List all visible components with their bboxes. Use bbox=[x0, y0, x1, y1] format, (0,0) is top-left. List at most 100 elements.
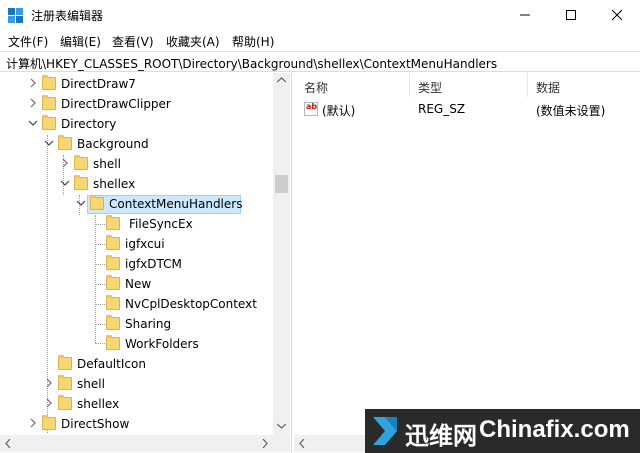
menu-favorites[interactable]: 收藏夹(A) bbox=[166, 33, 220, 50]
values-horizontal-scrollbar[interactable] bbox=[294, 435, 365, 452]
menu-view[interactable]: 查看(V) bbox=[112, 33, 154, 50]
chevron-down-icon[interactable] bbox=[76, 198, 86, 208]
folder-icon bbox=[42, 95, 56, 110]
tree-item-shell[interactable]: shell bbox=[0, 155, 273, 174]
tree-item-contextmenuhandlers[interactable]: ContextMenuHandlers bbox=[0, 195, 273, 214]
folder-icon bbox=[42, 75, 56, 90]
chevron-right-icon[interactable] bbox=[44, 378, 54, 388]
chevron-right-icon[interactable] bbox=[60, 158, 70, 168]
column-divider[interactable] bbox=[409, 73, 410, 97]
menu-edit[interactable]: 编辑(E) bbox=[60, 33, 101, 50]
folder-icon bbox=[58, 375, 72, 390]
chevron-down-icon[interactable] bbox=[28, 118, 38, 128]
folder-icon bbox=[58, 355, 72, 370]
values-list[interactable]: 名称 类型 数据 ab (默认) REG_SZ (数值未设置) bbox=[294, 73, 640, 435]
tree-item-shellex-2[interactable]: shellex bbox=[0, 395, 273, 414]
folder-icon bbox=[106, 255, 120, 270]
scroll-right-arrow-icon[interactable] bbox=[262, 439, 268, 448]
tree-item-label: shellex bbox=[77, 397, 120, 411]
chevron-down-icon[interactable] bbox=[60, 178, 70, 188]
tree-item-defaulticon[interactable]: DefaultIcon bbox=[0, 355, 273, 374]
folder-icon bbox=[106, 275, 120, 290]
tree-item-background[interactable]: Background bbox=[0, 135, 273, 154]
close-icon bbox=[611, 9, 623, 21]
tree-item-label: Background bbox=[77, 137, 149, 151]
scrollbar-corner bbox=[273, 435, 290, 452]
tree-item-label: shell bbox=[77, 377, 105, 391]
tree-item-label: DefaultIcon bbox=[77, 357, 146, 371]
key-tree[interactable]: DirectDraw7 DirectDrawClipper Directory … bbox=[0, 73, 292, 453]
tree-item-label: DirectDraw7 bbox=[61, 77, 136, 91]
regedit-app-icon bbox=[8, 8, 24, 24]
value-row-default[interactable]: ab (默认) REG_SZ (数值未设置) bbox=[294, 101, 640, 119]
folder-icon bbox=[90, 195, 104, 210]
minimize-button[interactable] bbox=[502, 0, 548, 30]
tree-item-label: WorkFolders bbox=[125, 337, 199, 351]
chevron-right-icon[interactable] bbox=[28, 98, 38, 108]
scrollbar-thumb[interactable] bbox=[275, 175, 288, 193]
title-bar: 注册表编辑器 bbox=[0, 0, 640, 30]
maximize-button[interactable] bbox=[548, 0, 594, 30]
address-bar[interactable]: 计算机\HKEY_CLASSES_ROOT\Directory\Backgrou… bbox=[0, 51, 640, 72]
string-value-icon: ab bbox=[304, 102, 318, 116]
scroll-left-arrow-icon[interactable] bbox=[299, 439, 305, 448]
tree-item-directory[interactable]: Directory bbox=[0, 115, 273, 134]
column-header-data[interactable]: 数据 bbox=[536, 79, 560, 96]
folder-icon bbox=[106, 315, 120, 330]
tree-item-shellex[interactable]: shellex bbox=[0, 175, 273, 194]
tree-item-directshow[interactable]: DirectShow bbox=[0, 415, 273, 434]
tree-item-label: igfxDTCM bbox=[125, 257, 182, 271]
tree-item-igfxcui[interactable]: igfxcui bbox=[0, 235, 273, 254]
tree-item-sharing[interactable]: Sharing bbox=[0, 315, 273, 334]
tree-horizontal-scrollbar[interactable] bbox=[0, 435, 273, 452]
folder-icon bbox=[106, 335, 120, 350]
folder-icon bbox=[42, 115, 56, 130]
watermark-banner: 迅维网 Chinafix.com bbox=[365, 409, 640, 453]
folder-icon bbox=[74, 175, 88, 190]
tree-item-label: DirectDrawClipper bbox=[61, 97, 171, 111]
value-name: (默认) bbox=[322, 104, 356, 118]
scroll-down-arrow-icon[interactable] bbox=[277, 423, 286, 429]
menu-bar: 文件(F) 编辑(E) 查看(V) 收藏夹(A) 帮助(H) bbox=[0, 30, 640, 51]
chinafix-logo-icon bbox=[373, 417, 397, 445]
column-divider[interactable] bbox=[527, 73, 528, 97]
tree-item-label: DirectShow bbox=[61, 417, 130, 431]
close-button[interactable] bbox=[594, 0, 640, 30]
tree-item-label: New bbox=[125, 277, 152, 291]
tree-item-label: shell bbox=[93, 157, 121, 171]
chevron-right-icon[interactable] bbox=[44, 398, 54, 408]
tree-item-igfxdtcm[interactable]: igfxDTCM bbox=[0, 255, 273, 274]
folder-icon bbox=[106, 235, 120, 250]
folder-icon bbox=[106, 295, 120, 310]
tree-item-label: shellex bbox=[93, 177, 136, 191]
watermark-chinese-text: 迅维网 bbox=[405, 422, 477, 450]
chevron-right-icon[interactable] bbox=[28, 418, 38, 428]
tree-item-shell-2[interactable]: shell bbox=[0, 375, 273, 394]
chevron-down-icon[interactable] bbox=[44, 138, 54, 148]
tree-item-directdraw7[interactable]: DirectDraw7 bbox=[0, 75, 273, 94]
window-title: 注册表编辑器 bbox=[31, 9, 104, 23]
tree-item-label: NvCplDesktopContext bbox=[125, 297, 257, 311]
column-header-name[interactable]: 名称 bbox=[304, 79, 328, 96]
tree-item-label: FileSyncEx bbox=[129, 217, 193, 231]
tree-item-workfolders[interactable]: WorkFolders bbox=[0, 335, 273, 354]
tree-item-directdrawclipper[interactable]: DirectDrawClipper bbox=[0, 95, 273, 114]
tree-vertical-scrollbar[interactable] bbox=[273, 73, 290, 435]
value-type: REG_SZ bbox=[418, 102, 466, 116]
tree-item-nvcpldesktopcontext[interactable]: NvCplDesktopContext bbox=[0, 295, 273, 314]
tree-item-label: Sharing bbox=[125, 317, 172, 331]
menu-file[interactable]: 文件(F) bbox=[8, 33, 48, 50]
scroll-left-arrow-icon[interactable] bbox=[5, 439, 11, 448]
address-path[interactable]: 计算机\HKEY_CLASSES_ROOT\Directory\Backgrou… bbox=[6, 55, 497, 72]
column-header-type[interactable]: 类型 bbox=[418, 79, 442, 96]
value-data: (数值未设置) bbox=[536, 104, 606, 118]
minimize-icon bbox=[520, 14, 530, 16]
chevron-right-icon[interactable] bbox=[28, 78, 38, 88]
tree-item-new[interactable]: New bbox=[0, 275, 273, 294]
folder-icon bbox=[42, 415, 56, 430]
scroll-up-arrow-icon[interactable] bbox=[277, 77, 286, 83]
tree-item-label: ContextMenuHandlers bbox=[109, 197, 243, 211]
watermark-site-text: Chinafix.com bbox=[479, 416, 630, 443]
tree-item-filesyncex[interactable]: FileSyncEx bbox=[0, 215, 273, 234]
menu-help[interactable]: 帮助(H) bbox=[232, 33, 274, 50]
